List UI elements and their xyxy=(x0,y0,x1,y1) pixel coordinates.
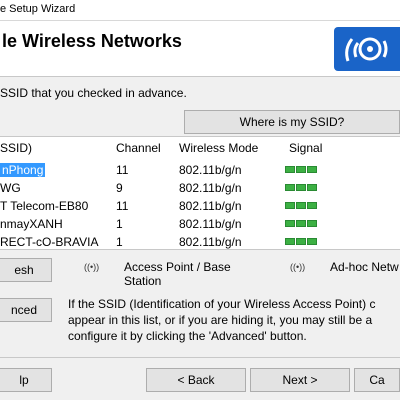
signal-bar xyxy=(285,202,295,209)
access-point-label: Access Point / Base Station xyxy=(124,260,231,288)
page-title: le Wireless Networks xyxy=(2,31,182,51)
network-mode: 802.11b/g/n xyxy=(179,217,242,231)
signal-bar xyxy=(307,166,317,173)
network-ssid: RECT-cO-BRAVIA xyxy=(0,235,99,249)
advanced-button[interactable]: nced xyxy=(0,298,52,322)
signal-strength-icon xyxy=(285,220,317,228)
network-row[interactable]: T Telecom-EB80 11 802.11b/g/n xyxy=(0,197,400,215)
signal-bar xyxy=(285,184,295,191)
wizard-header: le Wireless Networks xyxy=(0,21,400,77)
network-row[interactable]: RECT-cO-BRAVIA 1 802.11b/g/n xyxy=(0,233,400,251)
network-mode: 802.11b/g/n xyxy=(179,235,242,249)
refresh-button[interactable]: esh xyxy=(0,258,52,282)
network-ssid: nmayXANH xyxy=(0,217,63,231)
signal-strength-icon xyxy=(285,184,317,192)
network-mode: 802.11b/g/n xyxy=(179,181,242,195)
adhoc-icon: ((•)) xyxy=(290,262,306,272)
column-mode: Wireless Mode xyxy=(179,141,259,155)
network-channel: 11 xyxy=(116,163,129,177)
title-bar: e Setup Wizard xyxy=(0,0,400,21)
signal-bar xyxy=(307,220,317,227)
signal-strength-icon xyxy=(285,238,317,246)
signal-bar xyxy=(296,184,306,191)
network-mode: 802.11b/g/n xyxy=(179,199,242,213)
where-is-my-ssid-button[interactable]: Where is my SSID? xyxy=(184,110,400,134)
network-row[interactable]: nPhong 11 802.11b/g/n xyxy=(0,161,400,179)
network-row[interactable]: nmayXANH 1 802.11b/g/n xyxy=(0,215,400,233)
help-button[interactable]: lp xyxy=(0,368,52,392)
signal-bar xyxy=(285,238,295,245)
signal-bar xyxy=(296,166,306,173)
signal-bar xyxy=(307,202,317,209)
network-ssid: WG xyxy=(0,181,21,195)
network-channel: 1 xyxy=(116,217,123,231)
signal-bar xyxy=(285,166,295,173)
next-button[interactable]: Next > xyxy=(250,368,350,392)
signal-bar xyxy=(307,238,317,245)
column-channel: Channel xyxy=(116,141,161,155)
ssid-help-text: If the SSID (Identification of your Wire… xyxy=(68,297,376,343)
signal-bar xyxy=(296,238,306,245)
signal-bar xyxy=(296,202,306,209)
access-point-icon: ((•)) xyxy=(84,262,100,272)
network-channel: 9 xyxy=(116,181,123,195)
network-ssid: T Telecom-EB80 xyxy=(0,199,89,213)
network-channel: 11 xyxy=(116,199,129,213)
network-mode: 802.11b/g/n xyxy=(179,163,242,177)
adhoc-label: Ad-hoc Netw xyxy=(330,260,399,274)
signal-strength-icon xyxy=(285,166,317,174)
network-ssid: nPhong xyxy=(0,163,46,177)
signal-bar xyxy=(296,220,306,227)
back-button[interactable]: < Back xyxy=(146,368,246,392)
instruction-text: SSID that you checked in advance. xyxy=(0,86,187,100)
signal-strength-icon xyxy=(285,202,317,210)
network-list[interactable]: SSID) Channel Wireless Mode Signal nPhon… xyxy=(0,136,400,250)
network-channel: 1 xyxy=(116,235,123,249)
column-ssid: SSID) xyxy=(0,141,33,155)
network-row[interactable]: WG 9 802.11b/g/n xyxy=(0,179,400,197)
signal-bar xyxy=(307,184,317,191)
column-signal: Signal xyxy=(289,141,323,155)
signal-bar xyxy=(285,220,295,227)
divider xyxy=(0,357,400,358)
cancel-button[interactable]: Ca xyxy=(354,368,400,392)
wireless-logo-icon xyxy=(334,27,400,71)
window-title: e Setup Wizard xyxy=(0,3,76,15)
